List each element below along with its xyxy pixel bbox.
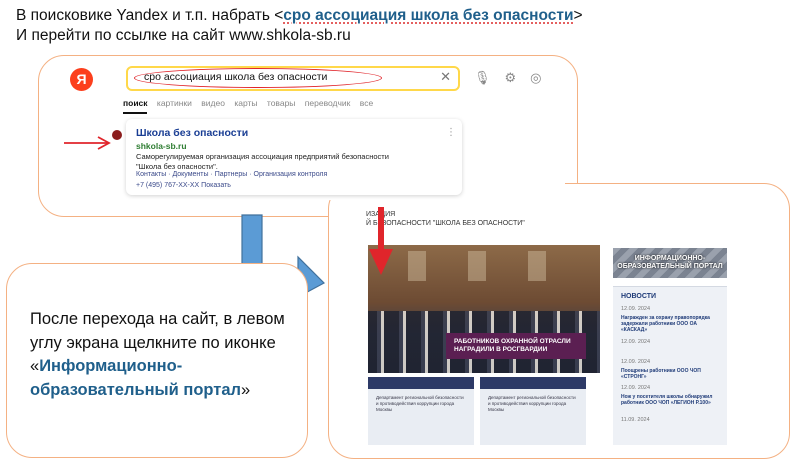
note-suffix: » xyxy=(241,380,251,399)
red-pointer-arrow-icon xyxy=(64,136,111,150)
red-down-arrow-icon xyxy=(369,207,393,275)
tab-goods[interactable]: товары xyxy=(267,98,296,108)
yandex-screenshot: Я сро ассоциация школа без опасности ✕ 🎙… xyxy=(60,62,565,200)
tab-maps[interactable]: карты xyxy=(234,98,257,108)
news-date: 12.09. 2024 xyxy=(621,359,651,365)
result-sitelinks[interactable]: Контакты · Документы · Партнеры · Органи… xyxy=(136,171,327,178)
instruction-line-2: И перейти по ссылке на сайт www.shkola-s… xyxy=(16,27,351,44)
tab-images[interactable]: картинки xyxy=(157,98,192,108)
result-description: Саморегулируемая организация ассоциация … xyxy=(136,152,389,171)
portal-banner-button[interactable]: ИНФОРМАЦИОННО-ОБРАЗОВАТЕЛЬНЫЙ ПОРТАЛ xyxy=(613,248,727,278)
news-thumbnail[interactable]: Департамент региональной безопасности и … xyxy=(480,377,586,445)
news-sidebar: НОВОСТИ 12.09. 2024 Награжден за охрану … xyxy=(613,286,727,445)
news-date: 12.09. 2024 xyxy=(621,339,651,345)
instruction-prefix: В поисковике Yandex и т.п. набрать < xyxy=(16,7,284,24)
site-favicon-icon xyxy=(112,130,122,140)
search-bar[interactable]: сро ассоциация школа без опасности ✕ xyxy=(126,66,460,91)
photo-window xyxy=(468,251,486,281)
camera-icon[interactable]: ◎ xyxy=(530,70,555,85)
active-tab-underline xyxy=(123,112,147,114)
news-item-link[interactable]: Поощрены работники ООО ЧОП «СТРОНГ» xyxy=(621,368,721,380)
tab-video[interactable]: видео xyxy=(201,98,225,108)
photo-window xyxy=(528,251,546,281)
thumbnail-text: Департамент региональной безопасности и … xyxy=(488,395,576,412)
tab-all[interactable]: все xyxy=(360,98,373,108)
search-input[interactable]: сро ассоциация школа без опасности xyxy=(144,71,327,83)
tab-translator[interactable]: переводчик xyxy=(305,98,351,108)
news-date: 12.09. 2024 xyxy=(621,385,651,391)
microphone-icon[interactable]: 🎙 xyxy=(474,70,505,85)
photo-caption[interactable]: РАБОТНИКОВ ОХРАННОЙ ОТРАСЛИ НАГРАДИЛИ В … xyxy=(446,333,586,359)
thumbnail-header-strip xyxy=(480,379,586,389)
news-thumbnail[interactable]: Департамент региональной безопасности и … xyxy=(368,377,474,445)
news-title: НОВОСТИ xyxy=(621,293,657,300)
instruction-line-1: В поисковике Yandex и т.п. набрать <сро … xyxy=(16,6,583,26)
news-date: 11.09. 2024 xyxy=(621,417,650,423)
result-phone[interactable]: +7 (495) 767-XX-XX Показать xyxy=(136,182,231,189)
thumbnail-header-strip xyxy=(368,379,474,389)
news-item-link[interactable]: Награжден за охрану правопорядка задержа… xyxy=(621,315,721,333)
search-tools: 🎙⚙◎ xyxy=(474,70,556,86)
note-highlight: Информационно-образовательный портал xyxy=(30,357,242,399)
news-item-link[interactable]: Нож у посетителя школы обнаружил работни… xyxy=(621,394,721,406)
tab-search[interactable]: поиск xyxy=(123,98,148,108)
instruction-query: сро ассоциация школа без опасности xyxy=(283,7,574,24)
more-options-icon[interactable]: ⋮ xyxy=(446,127,456,138)
yandex-logo[interactable]: Я xyxy=(70,68,93,91)
instruction-note: После перехода на сайт, в левом углу экр… xyxy=(30,308,300,402)
result-url-link[interactable]: shkola-sb.ru xyxy=(136,141,187,151)
close-icon[interactable]: ✕ xyxy=(440,69,451,85)
result-title-link[interactable]: Школа без опасности xyxy=(136,127,248,139)
news-photo[interactable]: РАБОТНИКОВ ОХРАННОЙ ОТРАСЛИ НАГРАДИЛИ В … xyxy=(368,245,600,373)
search-tabs: поиск картинки видео карты товары перево… xyxy=(123,98,380,108)
settings-icon[interactable]: ⚙ xyxy=(505,70,531,85)
photo-window xyxy=(408,251,426,281)
thumbnail-text: Департамент региональной безопасности и … xyxy=(376,395,464,412)
instructions: В поисковике Yandex и т.п. набрать <сро … xyxy=(16,6,583,46)
instruction-suffix: > xyxy=(573,7,583,24)
site-screenshot: ИЗАЦИЯ Й БЕЗОПАСНОСТИ "ШКОЛА БЕЗ ОПАСНОС… xyxy=(338,205,738,445)
news-date: 12.09. 2024 xyxy=(621,306,651,312)
